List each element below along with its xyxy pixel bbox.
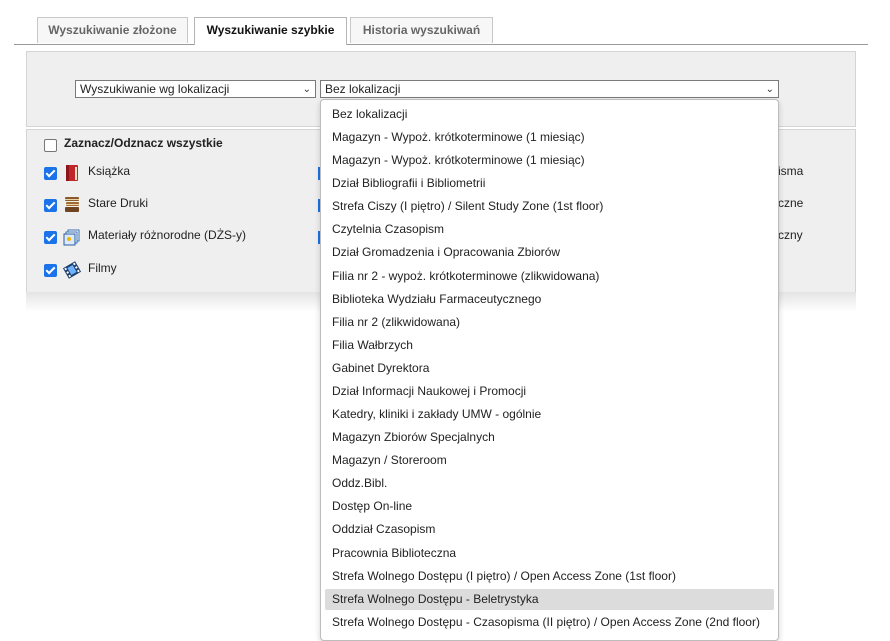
location-option[interactable]: Oddział Czasopism — [325, 519, 774, 540]
location-option[interactable]: Gabinet Dyrektora — [325, 358, 774, 379]
location-option[interactable]: Filia Wałbrzych — [325, 335, 774, 356]
location-option[interactable]: Oddz.Bibl. — [325, 473, 774, 494]
location-option[interactable]: Dostęp On-line — [325, 496, 774, 517]
location-select[interactable]: Bez lokalizacji ⌄ — [320, 80, 779, 98]
partial-type-label: czne — [778, 196, 804, 210]
old-prints-icon — [65, 197, 79, 212]
location-option[interactable]: Magazyn / Storeroom — [325, 450, 774, 471]
search-type-value: Wyszukiwanie wg lokalizacji — [80, 82, 230, 96]
location-option[interactable]: Katedry, kliniki i zakłady UMW - ogólnie — [325, 404, 774, 425]
location-dropdown-list[interactable]: Bez lokalizacji Magazyn - Wypoż. krótkote… — [320, 99, 779, 641]
location-option[interactable]: Magazyn - Wypoż. krótkoterminowe (1 mies… — [325, 127, 774, 148]
select-all-checkbox[interactable] — [44, 139, 57, 152]
mixed-materials-icon — [63, 229, 80, 246]
location-option[interactable]: Dział Bibliografii i Bibliometrii — [325, 173, 774, 194]
location-option[interactable]: Magazyn - Wypoż. krótkoterminowe (1 mies… — [325, 150, 774, 171]
type-checkbox-mixed-materials[interactable] — [44, 231, 57, 244]
type-checkbox-book[interactable] — [44, 167, 57, 180]
chevron-down-icon: ⌄ — [302, 84, 311, 95]
tab-bar: Wyszukiwanie złożone Wyszukiwanie szybki… — [14, 17, 868, 45]
location-option[interactable]: Bez lokalizacji — [325, 104, 774, 125]
location-value: Bez lokalizacji — [325, 82, 401, 96]
type-checkbox-old-prints[interactable] — [44, 199, 57, 212]
partial-type-label: isma — [778, 164, 804, 178]
location-option[interactable]: Strefa Wolnego Dostępu - Beletrystyka — [325, 588, 774, 610]
location-option[interactable]: Strefa Ciszy (I piętro) / Silent Study Z… — [325, 196, 774, 217]
partial-type-label: czny — [778, 228, 803, 242]
tab-advanced-search[interactable]: Wyszukiwanie złożone — [37, 17, 188, 43]
location-option[interactable]: Czytelnia Czasopism — [325, 219, 774, 240]
type-label-films: Filmy — [88, 261, 117, 275]
location-option[interactable]: Filia nr 2 - wypoż. krótkoterminowe (zli… — [325, 266, 774, 287]
select-all-label: Zaznacz/Odznacz wszystkie — [64, 136, 223, 150]
location-option[interactable]: Biblioteka Wydziału Farmaceutycznego — [325, 289, 774, 310]
book-icon — [66, 165, 78, 181]
chevron-down-icon: ⌄ — [765, 84, 774, 95]
location-option[interactable]: Strefa Wolnego Dostępu - Czasopisma (II … — [325, 612, 774, 633]
location-option[interactable]: Magazyn Zbiorów Specjalnych — [325, 427, 774, 448]
type-checkbox-films[interactable] — [44, 264, 57, 277]
film-icon — [63, 261, 81, 279]
tab-search-history[interactable]: Historia wyszukiwań — [350, 17, 493, 43]
type-label-mixed-materials: Materiały różnorodne (DŻS-y) — [88, 228, 247, 242]
location-option[interactable]: Dział Gromadzenia i Opracowania Zbiorów — [325, 242, 774, 263]
search-type-select[interactable]: Wyszukiwanie wg lokalizacji ⌄ — [75, 80, 316, 98]
location-option[interactable]: Pracownia Biblioteczna — [325, 543, 774, 564]
type-label-book: Książka — [88, 164, 131, 178]
location-option[interactable]: Filia nr 2 (zlikwidowana) — [325, 312, 774, 333]
location-option[interactable]: Strefa Wolnego Dostępu (I piętro) / Open… — [325, 566, 774, 587]
location-option[interactable]: Dział Informacji Naukowej i Promocji — [325, 381, 774, 402]
tab-quick-search[interactable]: Wyszukiwanie szybkie — [194, 17, 347, 45]
type-label-old-prints: Stare Druki — [88, 196, 149, 210]
